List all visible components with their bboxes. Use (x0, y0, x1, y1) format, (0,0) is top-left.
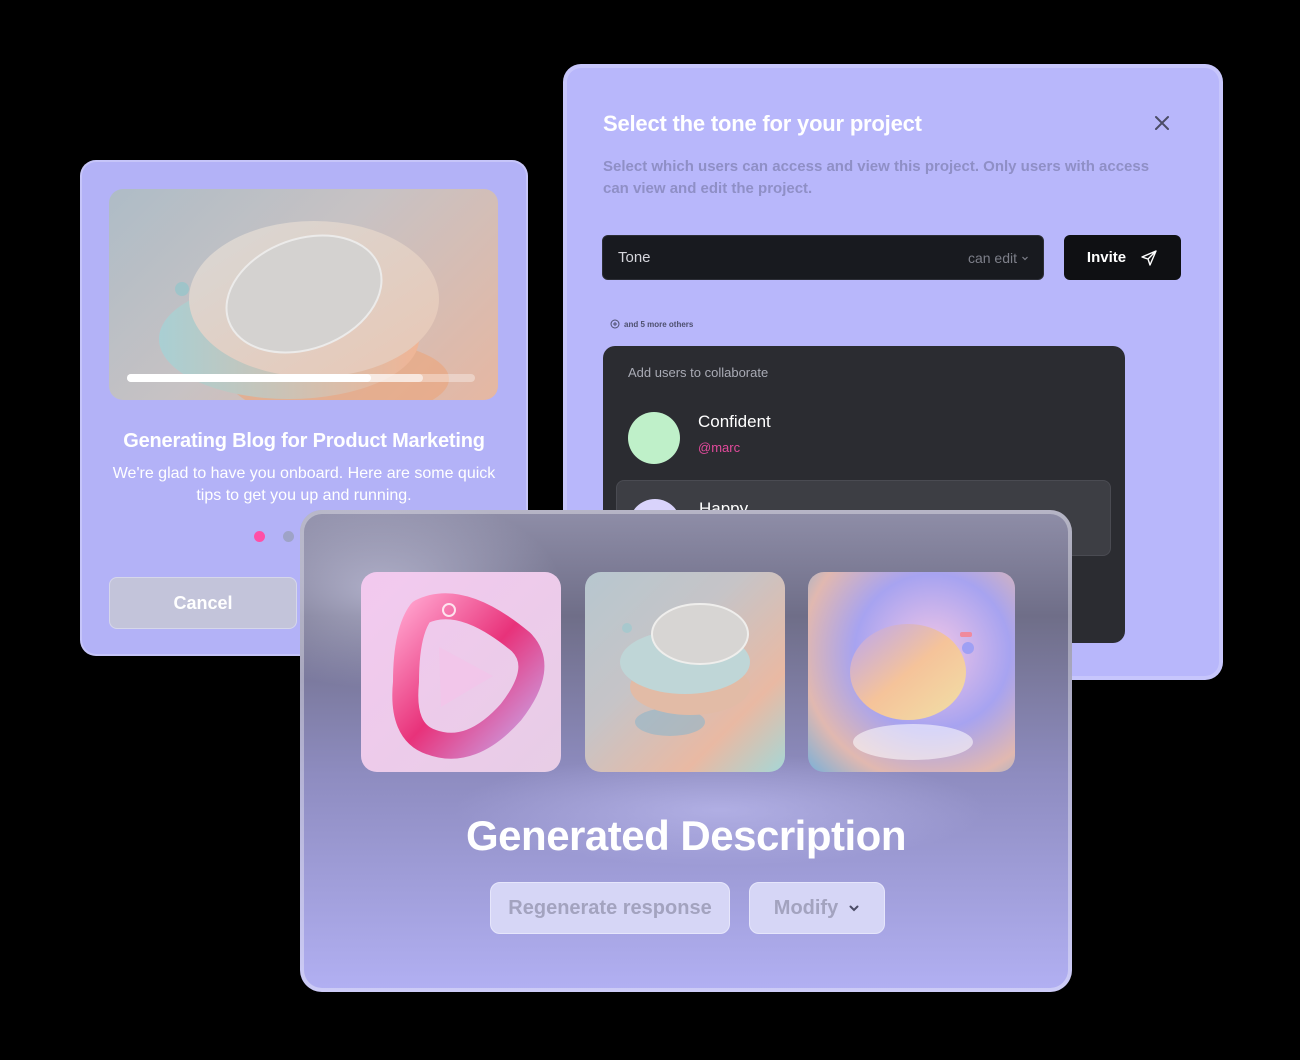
pagination-dot[interactable] (254, 531, 265, 542)
blog-card-title: Generating Blog for Product Marketing (123, 430, 485, 452)
invite-button[interactable]: Invite (1064, 235, 1181, 280)
generated-description-heading: Generated Description (466, 812, 906, 859)
pagination-dot[interactable] (283, 531, 294, 542)
blog-card-description: We're glad to have you onboard. Here are… (112, 465, 496, 504)
regenerate-response-button[interactable]: Regenerate response (490, 882, 730, 934)
user-option-confident[interactable]: Confident @marc (616, 394, 1111, 470)
more-users-label: and 5 more others (624, 319, 694, 329)
add-circle-icon (610, 319, 620, 329)
chevron-down-icon (849, 905, 859, 912)
cancel-button[interactable]: Cancel (109, 577, 297, 629)
regenerate-label: Regenerate response (508, 896, 712, 919)
close-icon[interactable] (1151, 112, 1173, 134)
abstract-discs-illustration (159, 221, 449, 400)
play-ring-image[interactable] (361, 572, 561, 772)
modify-dropdown-button[interactable]: Modify (749, 882, 885, 934)
generation-progress-bar (127, 374, 475, 382)
modal-title: Select the tone for your project (603, 111, 922, 136)
blog-preview-image (109, 189, 498, 400)
modify-label: Modify (773, 896, 839, 919)
user-handle: @marc (698, 440, 741, 455)
avatar (628, 412, 680, 464)
play-ring-shape (392, 593, 545, 759)
permission-label: can edit (967, 250, 1017, 266)
user-name: Confident (698, 412, 771, 431)
tone-input[interactable]: Tone can edit (602, 235, 1044, 280)
more-users-indicator[interactable]: and 5 more others (610, 319, 693, 329)
modal-description: Select which users can access and view t… (603, 158, 1150, 197)
permission-dropdown[interactable]: can edit (968, 250, 1029, 266)
invite-label: Invite (1086, 249, 1127, 266)
progress-fill (127, 374, 371, 382)
stacked-discs-shape (620, 603, 750, 736)
pastel-sphere-shape (850, 624, 974, 760)
send-icon (1141, 249, 1157, 266)
chevron-down-icon (1022, 256, 1028, 261)
collaborators-header: Add users to collaborate (628, 365, 769, 380)
stacked-discs-image[interactable] (585, 572, 785, 772)
pastel-sphere-image[interactable] (808, 572, 1015, 772)
tone-input-value: Tone (618, 249, 651, 266)
generated-description-card: Generated Description Regenerate respons… (300, 510, 1072, 992)
